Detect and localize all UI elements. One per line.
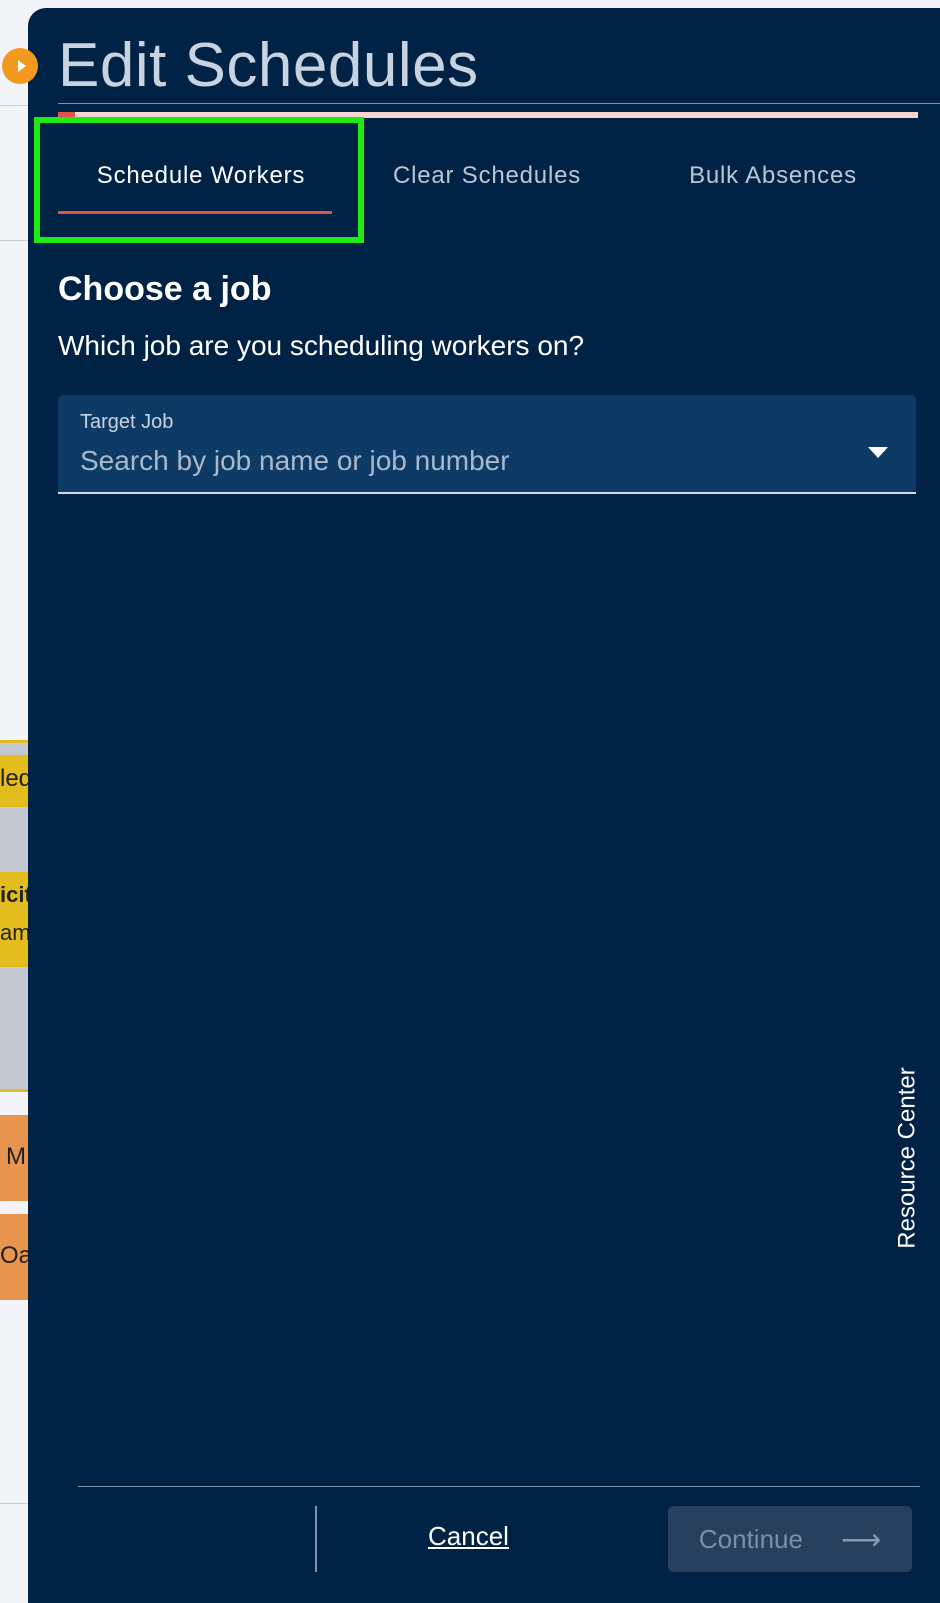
resource-center-label: Resource Center: [894, 1067, 922, 1249]
panel-title: Edit Schedules: [58, 31, 479, 100]
background-text: led: [0, 765, 30, 792]
target-job-select[interactable]: Target Job Search by job name or job num…: [58, 395, 916, 494]
dropdown-caret-icon[interactable]: [868, 447, 888, 458]
background-card: M: [0, 1115, 30, 1201]
expand-panel-button[interactable]: [2, 48, 38, 84]
chevron-right-icon: [17, 60, 26, 72]
target-job-placeholder: Search by job name or job number: [80, 445, 510, 476]
edit-schedules-panel: Edit Schedules Schedule Workers Clear Sc…: [28, 8, 940, 1603]
footer-divider: [78, 1486, 920, 1487]
title-divider: [58, 103, 940, 104]
tab-clear-schedules[interactable]: Clear Schedules: [344, 128, 630, 224]
background-divider: [0, 1503, 30, 1504]
continue-label: Continue: [698, 1523, 803, 1554]
continue-button[interactable]: Continue ⟶: [668, 1506, 912, 1572]
section-subheading: Which job are you scheduling workers on?: [58, 330, 585, 361]
cancel-button[interactable]: Cancel: [428, 1521, 509, 1552]
tab-schedule-workers[interactable]: Schedule Workers: [58, 128, 344, 224]
background-card: Oa: [0, 1214, 30, 1300]
tab-bar: Schedule Workers Clear Schedules Bulk Ab…: [58, 128, 916, 224]
tab-bulk-absences[interactable]: Bulk Absences: [630, 128, 916, 224]
background-divider: [0, 240, 30, 241]
background-card-label: led: [0, 755, 30, 807]
arrow-right-icon: ⟶: [840, 1523, 882, 1555]
progress-bar: [58, 112, 918, 118]
background-text: am: [0, 920, 30, 945]
background-card-label: icit am: [0, 872, 30, 967]
background-text: icit: [0, 882, 30, 907]
section-heading: Choose a job: [58, 270, 272, 308]
progress-fill: [58, 112, 76, 118]
footer-separator: [315, 1506, 317, 1572]
background-text: Oa: [0, 1242, 30, 1269]
resource-center-tab[interactable]: Resource Center: [888, 1058, 928, 1258]
target-job-label: Target Job: [80, 411, 174, 433]
background-divider: [0, 105, 30, 106]
